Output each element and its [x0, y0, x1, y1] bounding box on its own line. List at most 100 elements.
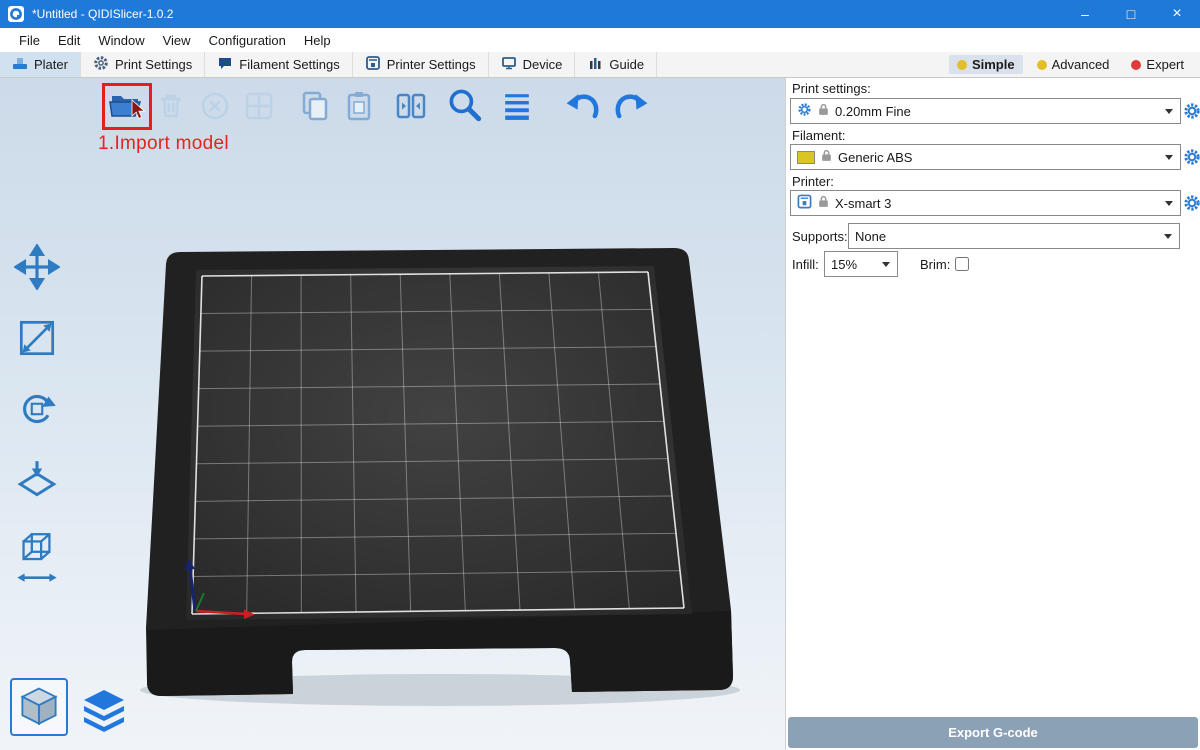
move-icon [14, 244, 60, 290]
chevron-down-icon [1165, 155, 1173, 160]
menu-view[interactable]: View [154, 30, 200, 51]
mode-simple[interactable]: Simple [949, 55, 1023, 74]
menu-configuration[interactable]: Configuration [200, 30, 295, 51]
print-settings-combo[interactable]: 0.20mm Fine [790, 98, 1181, 124]
tab-label: Device [523, 57, 563, 72]
split-icon [391, 86, 431, 126]
gear-icon [1183, 148, 1200, 166]
lock-icon [821, 149, 832, 165]
mode-label: Advanced [1052, 57, 1110, 72]
chevron-down-icon [1165, 109, 1173, 114]
redo-button[interactable] [611, 86, 651, 126]
trash-icon [151, 86, 191, 126]
gear-icon [93, 55, 109, 74]
delete-button[interactable] [151, 86, 191, 126]
place-on-face-button[interactable] [12, 455, 62, 505]
print-settings-gear-button[interactable] [1182, 101, 1200, 121]
tab-bar: Plater Print Settings Filament Settings … [0, 52, 1200, 78]
plater-toolbar [105, 86, 651, 126]
paste-button[interactable] [339, 86, 379, 126]
advanced-mode-dot-icon [1037, 60, 1047, 70]
rotate-icon [14, 386, 60, 432]
app-logo-icon [8, 6, 24, 22]
supports-value: None [855, 229, 886, 244]
tab-print-settings[interactable]: Print Settings [81, 52, 205, 77]
copy-icon [295, 86, 335, 126]
move-button[interactable] [12, 242, 62, 292]
expert-mode-dot-icon [1131, 60, 1141, 70]
window-title: *Untitled - QIDISlicer-1.0.2 [32, 7, 173, 21]
menu-edit[interactable]: Edit [49, 30, 89, 51]
tab-filament-settings[interactable]: Filament Settings [205, 52, 352, 77]
rotate-button[interactable] [12, 384, 62, 434]
app-window: *Untitled - QIDISlicer-1.0.2 – □ × File … [0, 0, 1200, 750]
maximize-button[interactable]: □ [1108, 0, 1154, 28]
filament-value: Generic ABS [838, 150, 912, 165]
view-preview-button[interactable] [78, 684, 130, 736]
tab-label: Plater [34, 57, 68, 72]
lock-icon [818, 103, 829, 119]
infill-label: Infill: [792, 257, 819, 272]
redo-arrow-icon [611, 84, 651, 128]
export-gcode-button[interactable]: Export G-code [788, 717, 1198, 748]
chevron-down-icon [1164, 234, 1172, 239]
printer-combo[interactable]: X-smart 3 [790, 190, 1181, 216]
filament-combo[interactable]: Generic ABS [790, 144, 1181, 170]
close-button[interactable]: × [1154, 0, 1200, 28]
tab-plater[interactable]: Plater [0, 52, 81, 77]
brim-checkbox[interactable] [955, 257, 969, 271]
menu-window[interactable]: Window [89, 30, 153, 51]
search-icon [445, 84, 485, 128]
gear-icon [797, 102, 812, 120]
chevron-down-icon [882, 262, 890, 267]
viewport-3d[interactable]: 1.Import model [0, 78, 785, 750]
cube-3d-icon [15, 683, 63, 731]
supports-combo[interactable]: None [848, 223, 1180, 249]
variable-layer-height-button[interactable] [497, 86, 537, 126]
tab-guide[interactable]: Guide [575, 52, 657, 77]
printer-value: X-smart 3 [835, 196, 891, 211]
mode-advanced[interactable]: Advanced [1029, 55, 1118, 74]
view-3d-button[interactable] [10, 678, 68, 736]
print-settings-value: 0.20mm Fine [835, 104, 911, 119]
undo-button[interactable] [563, 86, 603, 126]
tab-printer-settings[interactable]: Printer Settings [353, 52, 489, 77]
printer-gear-button[interactable] [1182, 193, 1200, 213]
search-button[interactable] [445, 86, 485, 126]
gear-icon [1183, 194, 1200, 212]
filament-gear-button[interactable] [1182, 147, 1200, 167]
filament-color-swatch [797, 151, 815, 164]
tab-label: Printer Settings [387, 57, 476, 72]
place-on-face-icon [14, 457, 60, 503]
menu-file[interactable]: File [10, 30, 49, 51]
gizmo-toolbar [12, 242, 62, 590]
mode-expert[interactable]: Expert [1123, 55, 1192, 74]
brim-label: Brim: [920, 257, 950, 272]
infill-combo[interactable]: 15% [824, 251, 898, 277]
supports-label: Supports: [792, 229, 848, 244]
copy-button[interactable] [295, 86, 335, 126]
scale-button[interactable] [12, 313, 62, 363]
gear-icon [1183, 102, 1200, 120]
measure-button[interactable] [12, 526, 62, 590]
print-settings-label: Print settings: [792, 81, 871, 96]
filament-label: Filament: [792, 128, 845, 143]
arrange-button[interactable] [239, 86, 279, 126]
lock-icon [818, 195, 829, 211]
split-objects-button[interactable] [391, 86, 431, 126]
mode-label: Expert [1146, 57, 1184, 72]
undo-arrow-icon [563, 84, 603, 128]
minimize-button[interactable]: – [1062, 0, 1108, 28]
tab-label: Print Settings [115, 57, 192, 72]
guide-icon [587, 55, 603, 74]
title-bar: *Untitled - QIDISlicer-1.0.2 – □ × [0, 0, 1200, 28]
import-model-annotation: 1.Import model [98, 133, 229, 155]
menu-bar: File Edit Window View Configuration Help [0, 28, 1200, 52]
delete-all-icon [195, 86, 235, 126]
delete-all-button[interactable] [195, 86, 235, 126]
printer-icon [797, 194, 812, 212]
tab-label: Guide [609, 57, 644, 72]
mode-switcher: Simple Advanced Expert [949, 52, 1200, 77]
tab-device[interactable]: Device [489, 52, 576, 77]
menu-help[interactable]: Help [295, 30, 340, 51]
